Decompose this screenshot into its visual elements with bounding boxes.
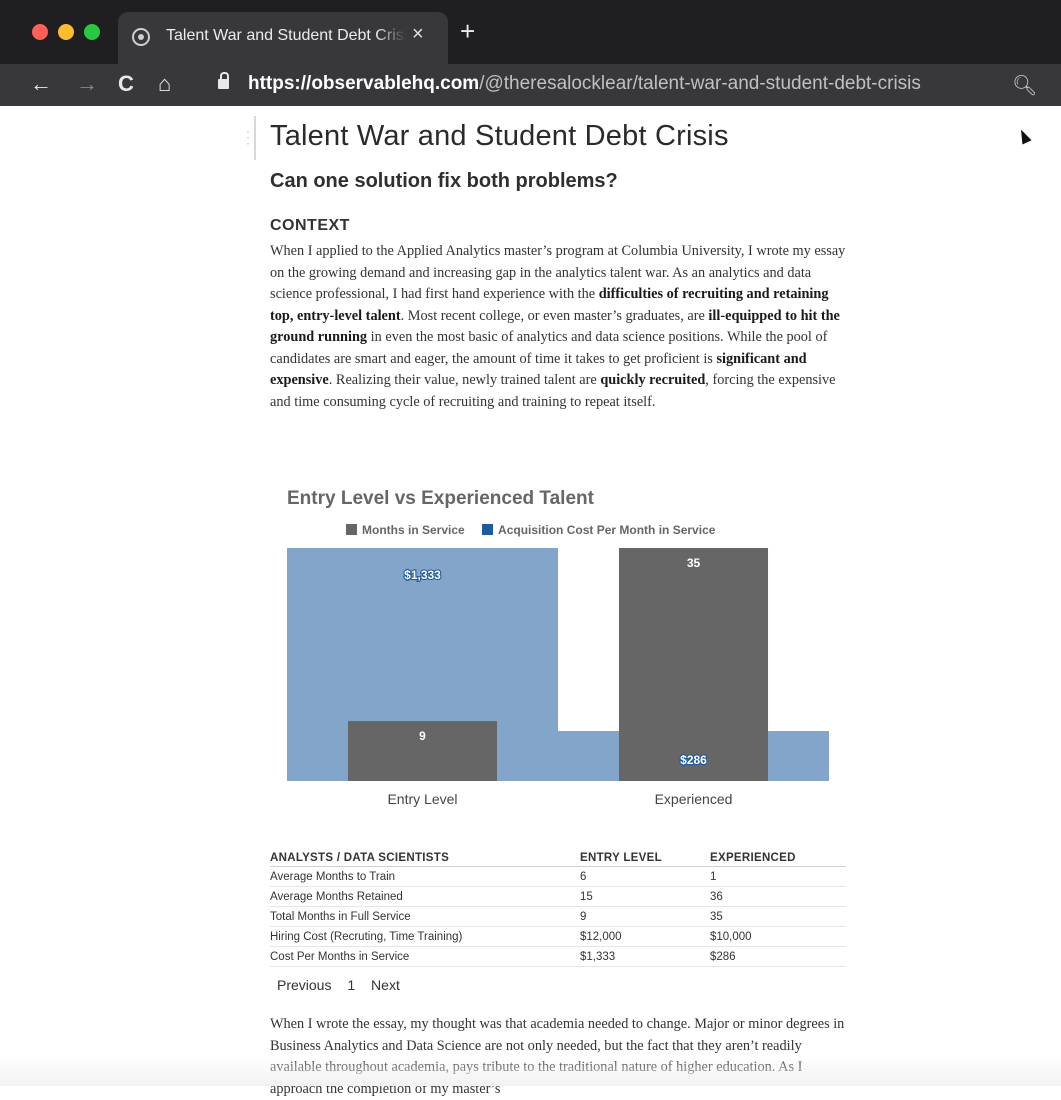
legend-label-months: Months in Service (362, 523, 465, 537)
x-tick-label: Experienced (655, 791, 733, 807)
legend-swatch-months (346, 524, 357, 535)
back-arrow-icon[interactable]: ← (30, 72, 52, 96)
table-row: Hiring Cost (Recruting, Time Training) $1… (270, 926, 846, 947)
table-cell: 6 (580, 866, 710, 887)
legend-item-months[interactable]: Months in Service (346, 523, 465, 537)
cell-handle[interactable]: · · · (246, 110, 264, 162)
address-bar[interactable]: https://observablehq.com/@theresalocklea… (248, 73, 921, 95)
reload-icon[interactable]: C (118, 72, 134, 96)
close-window-button[interactable] (32, 24, 48, 40)
x-tick-label: Entry Level (387, 791, 457, 807)
column-header: ANALYSTS / DATA SCIENTISTS (270, 850, 580, 867)
context-heading: CONTEXT (270, 217, 350, 234)
pagination: Previous 1 Next (277, 977, 412, 993)
legend-item-cost[interactable]: Acquisition Cost Per Month in Service (482, 523, 715, 537)
table-cell: 35 (710, 906, 846, 927)
emphasis-text: quickly recruited (600, 372, 706, 388)
browser-titlebar: Talent War and Student Debt Crisis × + (0, 0, 1061, 64)
table-row: Average Months to Train 6 1 (270, 866, 846, 887)
column-header: EXPERIENCED (710, 850, 846, 867)
paragraph-text: . Most recent college, or even master’s … (400, 307, 709, 324)
previous-page-button[interactable]: Previous (277, 977, 331, 993)
close-tab-icon[interactable]: × (412, 24, 424, 44)
table-cell: Cost Per Months in Service (270, 946, 580, 967)
minimize-window-button[interactable] (58, 24, 74, 40)
table-row: Cost Per Months in Service $1,333 $286 (270, 946, 846, 967)
browser-tab[interactable]: Talent War and Student Debt Crisis × (118, 12, 448, 64)
table-cell: 36 (710, 886, 846, 907)
months-data-label: 9 (419, 729, 426, 743)
data-table: ANALYSTS / DATA SCIENTISTS ENTRY LEVEL E… (270, 850, 846, 967)
bar-chart: 9 35 $1,333 $286 Entry Level Experienced (287, 548, 829, 807)
column-header: ENTRY LEVEL (580, 850, 710, 867)
tab-title: Talent War and Student Debt Crisis (166, 27, 406, 45)
browser-toolbar: ← → C ⌂ https://observablehq.com/@theres… (0, 64, 1061, 106)
chart-title: Entry Level vs Experienced Talent (287, 488, 594, 509)
new-tab-button[interactable]: + (460, 18, 475, 44)
table-header-row: ANALYSTS / DATA SCIENTISTS ENTRY LEVEL E… (270, 850, 846, 867)
legend-label-cost: Acquisition Cost Per Month in Service (498, 523, 716, 537)
table-cell: 9 (580, 906, 710, 927)
mouse-cursor-icon (1016, 127, 1032, 145)
table-cell: Hiring Cost (Recruting, Time Training) (270, 926, 580, 947)
page-number[interactable]: 1 (347, 977, 355, 993)
table-cell: $12,000 (580, 926, 710, 947)
zoom-icon[interactable]: 🔍︎ (1012, 73, 1037, 98)
table-cell: Total Months in Full Service (270, 906, 580, 927)
paragraph-text: . Realizing their value, newly trained t… (328, 372, 601, 388)
table-row: Total Months in Full Service 9 35 (270, 906, 846, 927)
cell-divider (254, 116, 256, 160)
cost-data-label: $1,333 (404, 568, 441, 582)
table-cell: Average Months to Train (270, 866, 580, 887)
maximize-window-button[interactable] (84, 24, 100, 40)
url-path: /@theresalocklear/talent-war-and-student… (479, 73, 921, 94)
drag-handle-icon[interactable]: · · · (246, 125, 250, 149)
forward-arrow-icon[interactable]: → (76, 72, 98, 96)
page-title: Talent War and Student Debt Crisis (270, 120, 729, 152)
table-cell: 1 (710, 866, 846, 887)
next-page-button[interactable]: Next (371, 977, 400, 993)
bottom-fade (0, 1056, 1061, 1086)
context-paragraph: When I applied to the Applied Analytics … (270, 241, 850, 413)
table-cell: 15 (580, 886, 710, 907)
table-cell: $1,333 (580, 946, 710, 967)
url-host: https://observablehq.com (248, 73, 480, 94)
table-cell: Average Months Retained (270, 886, 580, 907)
lock-icon (218, 72, 229, 89)
months-data-label: 35 (687, 556, 701, 570)
cost-data-label: $286 (680, 753, 707, 767)
page-subtitle: Can one solution fix both problems? (270, 170, 618, 192)
table-cell: $286 (710, 946, 846, 967)
chart-legend: Months in Service Acquisition Cost Per M… (346, 523, 729, 537)
home-icon[interactable]: ⌂ (158, 72, 171, 96)
table-cell: $10,000 (710, 926, 846, 947)
observable-favicon-icon (132, 28, 150, 46)
table-row: Average Months Retained 15 36 (270, 886, 846, 907)
legend-swatch-cost (482, 524, 494, 535)
months-bar (618, 548, 769, 781)
